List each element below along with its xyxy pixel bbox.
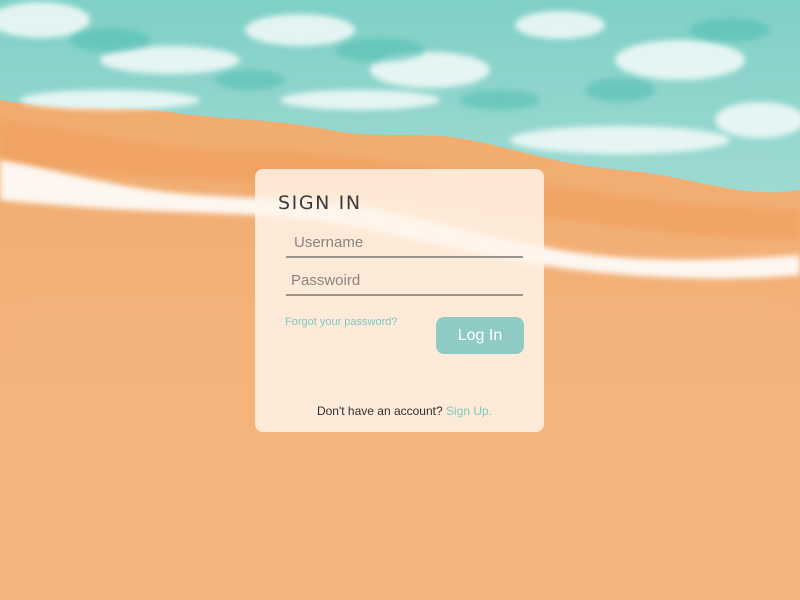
forgot-password-link[interactable]: Forgot your password?: [285, 316, 398, 328]
username-input[interactable]: [286, 228, 523, 258]
password-input[interactable]: [286, 266, 523, 296]
login-card: SIGN IN Forgot your password? Log In Don…: [255, 169, 544, 432]
signup-prompt-text: Don't have an account?: [316, 404, 443, 418]
login-button[interactable]: Log In: [436, 317, 524, 354]
signup-link[interactable]: Sign Up.: [446, 404, 492, 418]
login-page: SIGN IN Forgot your password? Log In Don…: [0, 0, 800, 600]
signup-prompt-line: Don't have an account? Sign Up.: [255, 404, 544, 418]
sign-in-title: SIGN IN: [278, 192, 362, 214]
